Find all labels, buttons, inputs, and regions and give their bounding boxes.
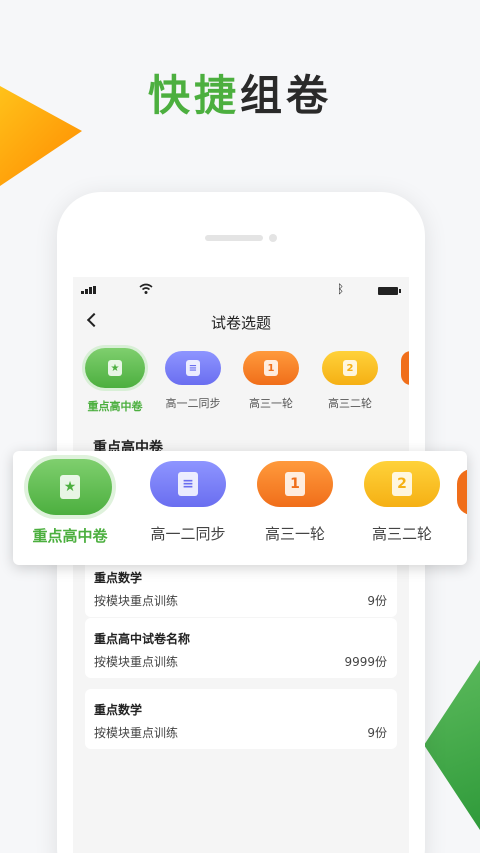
paper-card[interactable]: 重点数学 按模块重点训练 9份	[85, 689, 397, 749]
phone-camera	[269, 234, 277, 242]
page-title: 试卷选题	[210, 314, 271, 332]
paper-count: 9999份	[344, 655, 387, 669]
category-label: 高一二同步	[165, 397, 221, 410]
category-label: 重点高中卷	[32, 527, 108, 545]
number-1-doc-icon: 1	[264, 360, 278, 376]
category-icon-button: 1	[243, 351, 299, 385]
category-label: 高三二轮	[328, 397, 372, 410]
category-icon-button: 2	[322, 351, 378, 385]
category-item-高一二同步[interactable]: ≡ 高一二同步	[153, 351, 233, 411]
category-label: 高三一轮	[249, 397, 293, 410]
paper-name: 重点高中试卷名称	[94, 632, 191, 646]
number-1-doc-icon: 1	[285, 472, 305, 496]
category-icon-button: ★	[28, 459, 112, 515]
list-doc-icon: ≡	[178, 472, 198, 496]
phone-speaker	[205, 235, 263, 241]
zoom-category-item-高一二同步[interactable]: ≡ 高一二同步	[133, 461, 243, 544]
battery-icon	[378, 287, 401, 295]
category-item-高三一轮[interactable]: 1 高三一轮	[231, 351, 311, 411]
star-doc-icon: ★	[108, 360, 122, 376]
zoom-category-item-高三二轮[interactable]: 2 高三二轮	[347, 461, 457, 544]
category-label: 高一二同步	[150, 525, 226, 543]
paper-desc: 按模块重点训练	[94, 726, 179, 740]
paper-count: 9份	[367, 726, 387, 740]
paper-card[interactable]: 重点高中试卷名称 按模块重点训练 9999份	[85, 618, 397, 678]
star-doc-icon: ★	[60, 475, 80, 499]
paper-count: 9份	[367, 594, 387, 608]
number-2-doc-icon: 2	[392, 472, 412, 496]
bluetooth-icon: ᛒ	[337, 282, 345, 296]
zoom-category-item-重点高中卷[interactable]: ★ 重点高中卷	[15, 459, 125, 546]
status-bar: ᛒ	[73, 277, 409, 303]
category-icon-button: 2	[364, 461, 440, 507]
category-label: 高三一轮	[264, 525, 325, 543]
zoom-category-item-partial[interactable]	[457, 469, 467, 515]
category-icon-button: 1	[257, 461, 333, 507]
decorative-green-triangle	[424, 660, 480, 830]
headline-part-dark: 组卷	[240, 71, 333, 120]
zoomed-category-row: ★ 重点高中卷 ≡ 高一二同步 1 高三一轮 2 高三二轮	[13, 451, 467, 565]
wifi-icon	[139, 283, 153, 294]
nav-bar: 试卷选题	[73, 303, 409, 343]
promo-headline: 快捷组卷	[0, 62, 480, 123]
headline-part-green: 快捷	[147, 71, 240, 120]
category-icon-button: ≡	[165, 351, 221, 385]
category-item-重点高中卷[interactable]: ★ 重点高中卷	[75, 348, 155, 414]
list-doc-icon: ≡	[186, 360, 200, 376]
category-row: ★ 重点高中卷 ≡ 高一二同步 1 高三一轮 2 高三二轮	[73, 348, 409, 421]
category-icon-button: ★	[85, 348, 145, 388]
paper-card[interactable]: 重点数学 按模块重点训练 9份	[85, 557, 397, 617]
zoom-category-item-高三一轮[interactable]: 1 高三一轮	[240, 461, 350, 544]
paper-desc: 按模块重点训练	[94, 594, 179, 608]
category-item-高三二轮[interactable]: 2 高三二轮	[310, 351, 390, 411]
category-item-partial[interactable]	[401, 351, 409, 385]
paper-name: 重点数学	[94, 571, 143, 585]
paper-name: 重点数学	[94, 703, 143, 717]
number-2-doc-icon: 2	[343, 360, 357, 376]
phone-screen: ᛒ 试卷选题 ★ 重点高中卷 ≡ 高一二同步 1 高三一轮 2 高三二轮 重点高…	[73, 277, 409, 853]
category-icon-button: ≡	[150, 461, 226, 507]
category-label: 高三二轮	[371, 525, 432, 543]
signal-icon	[81, 286, 96, 294]
paper-desc: 按模块重点训练	[94, 655, 179, 669]
category-label: 重点高中卷	[87, 400, 143, 413]
